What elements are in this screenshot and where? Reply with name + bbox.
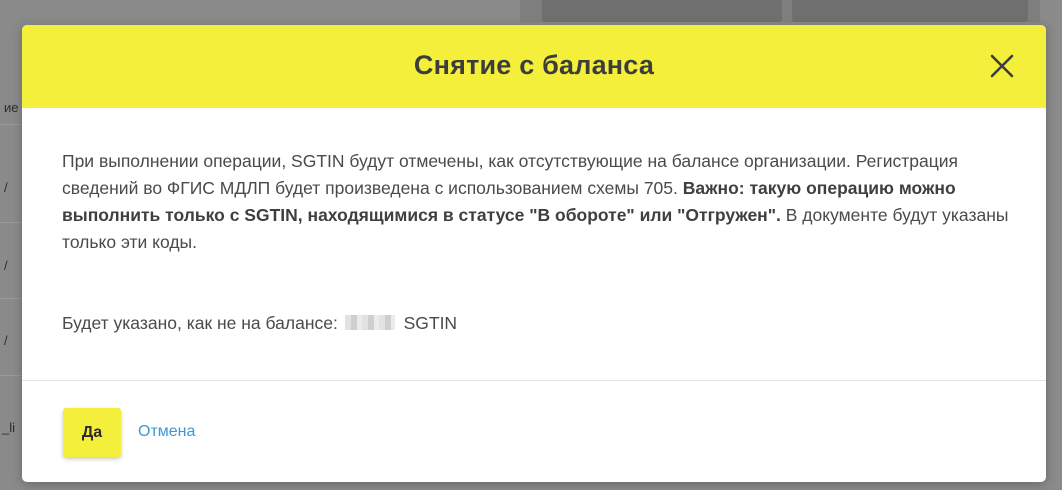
background-row-divider [0,375,22,376]
background-text-fragment: / [4,333,8,348]
balance-count-label: Будет указано, как не на балансе: [62,313,338,333]
background-toolbar-button [792,0,1028,22]
blurred-count-value [344,315,395,330]
close-button[interactable] [986,50,1018,82]
confirm-button[interactable]: Да [63,408,121,457]
dialog-message: При выполнении операции, SGTIN будут отм… [62,148,1012,256]
background-text-fragment: _li [2,420,16,435]
background-text-fragment: ие [4,100,19,115]
cancel-button[interactable]: Отмена [138,423,195,441]
background-row-divider [0,124,22,125]
dialog-message-paragraph: При выполнении операции, SGTIN будут отм… [62,148,1012,256]
background-row-divider [0,298,22,299]
balance-count-unit: SGTIN [403,313,458,333]
background-row-divider [0,222,22,223]
background-text-fragment: / [4,258,8,273]
remove-from-balance-dialog: Снятие с баланса При выполнении операции… [22,25,1046,482]
dialog-header: Снятие с баланса [22,25,1046,108]
background-toolbar-button [542,0,782,22]
balance-count-line: Будет указано, как не на балансе: SGTIN [62,310,457,337]
footer-divider [22,380,1046,381]
close-icon [990,54,1014,78]
background-text-fragment: / [4,180,8,195]
dialog-title: Снятие с баланса [413,50,655,80]
